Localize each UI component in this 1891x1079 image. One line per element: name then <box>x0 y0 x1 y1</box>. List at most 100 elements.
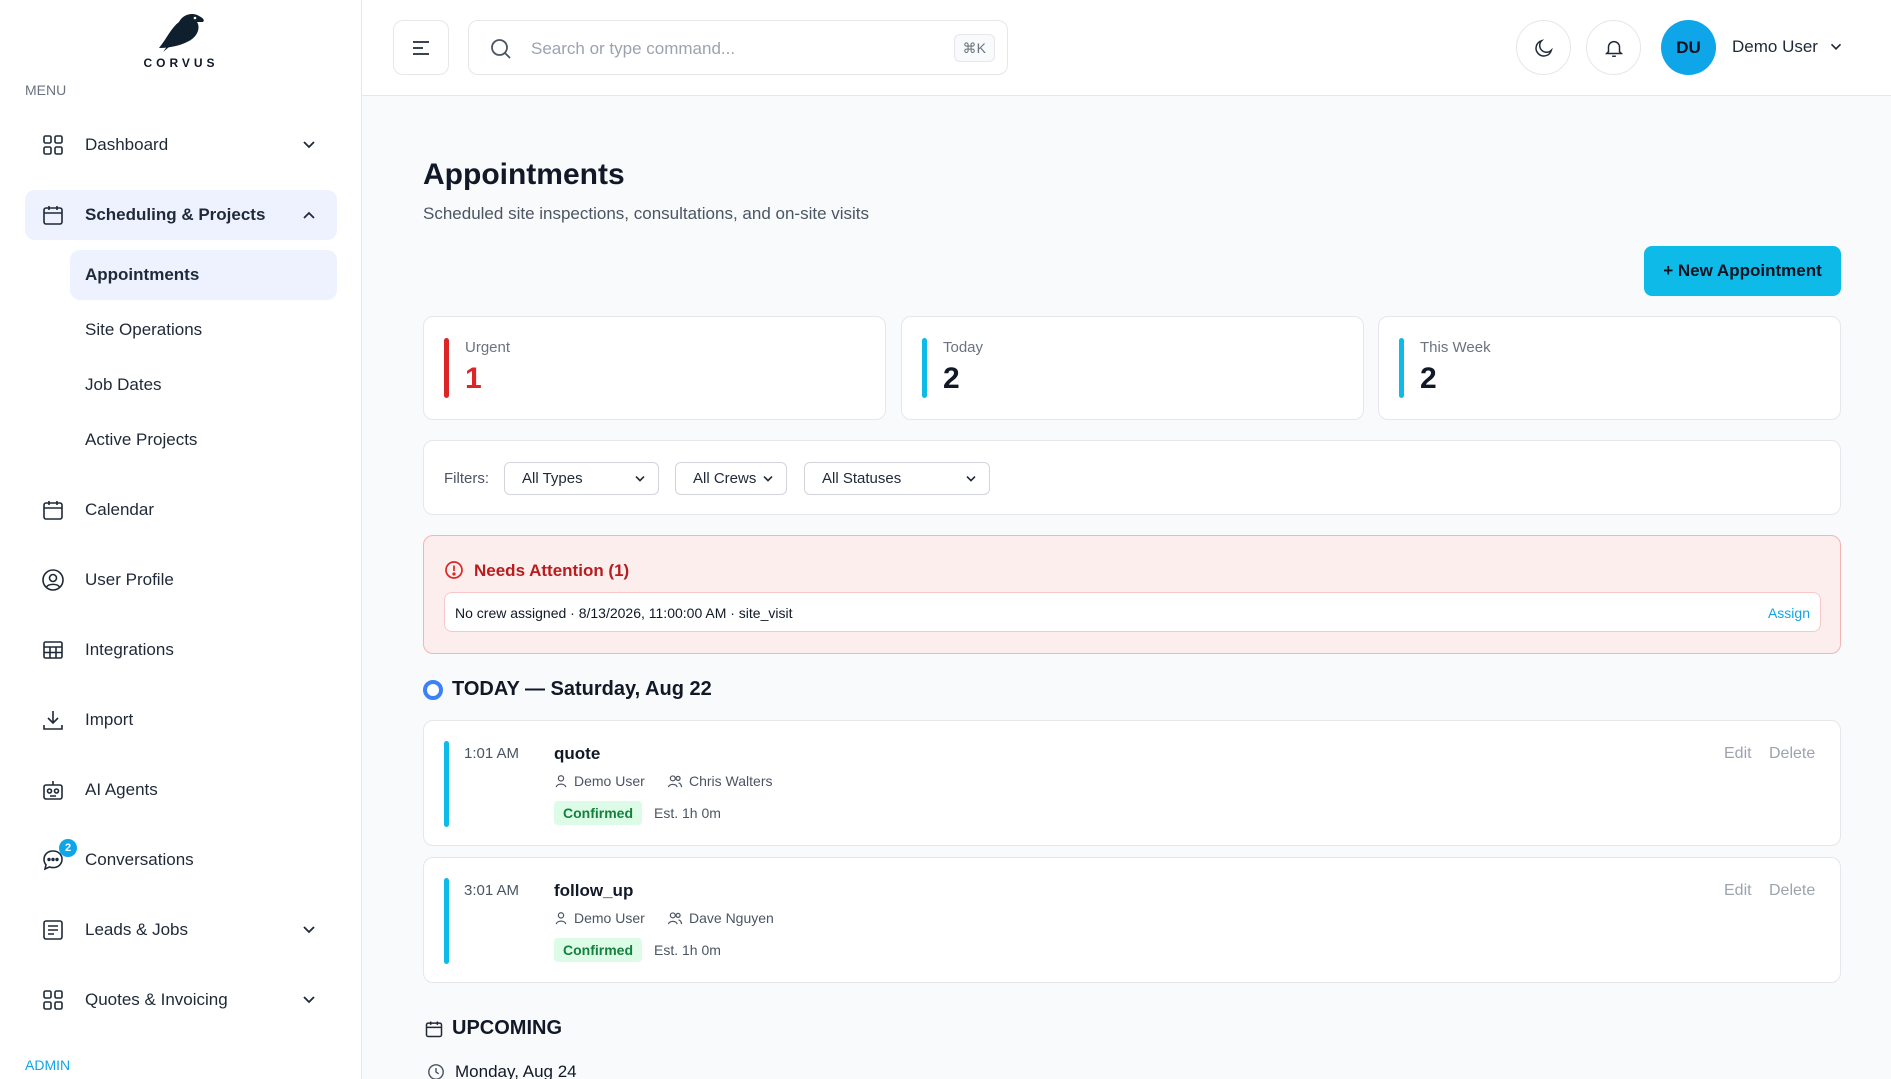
notifications-button[interactable] <box>1586 20 1641 75</box>
appointment-type: follow_up <box>554 881 634 900</box>
select-value: All Types <box>522 470 583 487</box>
appointment-user: Demo User <box>554 910 645 926</box>
clock-icon <box>428 1064 444 1079</box>
sidebar-item-dashboard[interactable]: Dashboard <box>25 120 337 170</box>
appointment-type: quote <box>554 744 601 763</box>
status-badge: Confirmed <box>554 801 642 825</box>
chevron-down-icon <box>303 926 315 934</box>
appointment-estimate: Est. 1h 0m <box>654 805 721 821</box>
alert-circle-icon <box>445 561 463 579</box>
sidebar-subitem-label: Site Operations <box>85 320 203 339</box>
sidebar-item-label: Leads & Jobs <box>85 920 189 939</box>
today-heading: TODAY — Saturday, Aug 22 <box>452 678 712 700</box>
chevron-down-icon <box>303 141 315 149</box>
new-appointment-button[interactable]: + New Appointment <box>1644 246 1841 296</box>
stat-label: Urgent <box>465 339 511 356</box>
list-icon <box>43 920 63 940</box>
appointment-accent-bar <box>444 878 449 964</box>
appointment-crew: Chris Walters <box>667 773 773 789</box>
table-icon <box>43 641 63 659</box>
brand-name: CORVUS <box>143 56 219 70</box>
sidebar-item-label: Dashboard <box>85 135 169 154</box>
sidebar-item-label: Integrations <box>85 640 174 659</box>
delete-button[interactable]: Delete <box>1769 745 1815 763</box>
edit-button[interactable]: Edit <box>1724 882 1752 900</box>
sidebar-subitem-label: Appointments <box>85 265 200 284</box>
raven-logo-icon <box>159 14 204 52</box>
assign-link[interactable]: Assign <box>1768 605 1810 621</box>
stat-card-this-week: This Week 2 <box>1378 316 1841 420</box>
chevron-down-icon <box>303 996 315 1004</box>
attention-item-text: No crew assigned · 8/13/2026, 11:00:00 A… <box>455 605 793 621</box>
page-subtitle: Scheduled site inspections, consultation… <box>423 204 870 223</box>
sidebar-item-integrations[interactable]: Integrations <box>25 625 337 675</box>
grid-icon <box>43 990 63 1010</box>
sidebar-item-leads-jobs[interactable]: Leads & Jobs <box>25 905 337 955</box>
upcoming-heading: UPCOMING <box>452 1017 562 1039</box>
select-value: All Crews <box>693 470 757 487</box>
appointment-card[interactable]: 1:01 AM quote Demo User Chris Walters Co… <box>423 720 1841 846</box>
search-icon <box>491 39 511 59</box>
sidebar-item-conversations[interactable]: 2 Conversations <box>25 835 337 885</box>
stat-card-today: Today 2 <box>901 316 1364 420</box>
user-circle-icon <box>42 569 64 591</box>
calendar-icon <box>425 1021 443 1038</box>
sidebar-item-label: Scheduling & Projects <box>85 205 266 224</box>
sidebar-subitem-appointments[interactable]: Appointments <box>70 250 337 300</box>
stat-label: Today <box>943 339 984 356</box>
users-icon <box>667 912 683 925</box>
filters-label: Filters: <box>444 470 489 487</box>
user-icon <box>555 912 567 925</box>
appointment-time: 3:01 AM <box>464 882 520 899</box>
moon-icon <box>1534 38 1553 57</box>
bell-icon <box>1604 40 1623 57</box>
sidebar-subitem-label: Active Projects <box>85 430 198 449</box>
search-placeholder: Search or type command... <box>531 39 736 58</box>
sidebar-item-label: User Profile <box>85 570 174 589</box>
sidebar-subitem-job-dates[interactable]: Job Dates <box>70 360 337 410</box>
brand-logo[interactable]: CORVUS <box>0 8 362 74</box>
top-header: Search or type command... ⌘K DU Demo Use… <box>362 0 1891 96</box>
sidebar-item-label: Import <box>85 710 134 729</box>
sidebar: CORVUS MENU Dashboard Scheduling & Proje… <box>0 0 362 1079</box>
sidebar-item-scheduling[interactable]: Scheduling & Projects <box>25 190 337 240</box>
page-title: Appointments <box>423 158 625 191</box>
search-bar[interactable]: Search or type command... ⌘K <box>468 20 1008 75</box>
stat-label: This Week <box>1420 339 1491 356</box>
appointment-card[interactable]: 3:01 AM follow_up Demo User Dave Nguyen … <box>423 857 1841 983</box>
sidebar-subitem-active-projects[interactable]: Active Projects <box>70 415 337 465</box>
calendar-icon <box>43 501 63 520</box>
crew-filter-select[interactable]: All Crews <box>675 462 787 495</box>
attention-item: No crew assigned · 8/13/2026, 11:00:00 A… <box>444 592 1821 632</box>
chevron-down-icon[interactable] <box>1827 38 1845 56</box>
needs-attention-title: Needs Attention (1) <box>474 561 630 580</box>
sidebar-item-calendar[interactable]: Calendar <box>25 485 337 535</box>
appointment-crew: Dave Nguyen <box>667 910 774 926</box>
unread-badge: 2 <box>59 839 77 857</box>
sidebar-item-user-profile[interactable]: User Profile <box>25 555 337 605</box>
avatar[interactable]: DU <box>1661 20 1716 75</box>
select-value: All Statuses <box>822 470 902 487</box>
robot-icon <box>43 781 63 800</box>
user-icon <box>555 775 567 788</box>
theme-toggle-button[interactable] <box>1516 20 1571 75</box>
stat-accent-bar <box>444 338 449 398</box>
type-filter-select[interactable]: All Types <box>504 462 659 495</box>
menu-toggle-button[interactable] <box>393 20 449 75</box>
status-badge: Confirmed <box>554 938 642 962</box>
sidebar-item-quotes-invoicing[interactable]: Quotes & Invoicing <box>25 975 337 1025</box>
user-name[interactable]: Demo User <box>1732 37 1818 57</box>
delete-button[interactable]: Delete <box>1769 882 1815 900</box>
users-icon <box>667 775 683 788</box>
sidebar-item-import[interactable]: Import <box>25 695 337 745</box>
sidebar-item-ai-agents[interactable]: AI Agents <box>25 765 337 815</box>
appointment-user-name: Demo User <box>574 910 645 926</box>
grid-icon <box>43 135 63 155</box>
upcoming-day-label: Monday, Aug 24 <box>455 1062 577 1079</box>
edit-button[interactable]: Edit <box>1724 745 1752 763</box>
status-filter-select[interactable]: All Statuses <box>804 462 990 495</box>
sidebar-item-label: Calendar <box>85 500 154 519</box>
sidebar-subitem-site-operations[interactable]: Site Operations <box>70 305 337 355</box>
download-icon <box>43 711 63 730</box>
hamburger-icon <box>413 40 429 55</box>
